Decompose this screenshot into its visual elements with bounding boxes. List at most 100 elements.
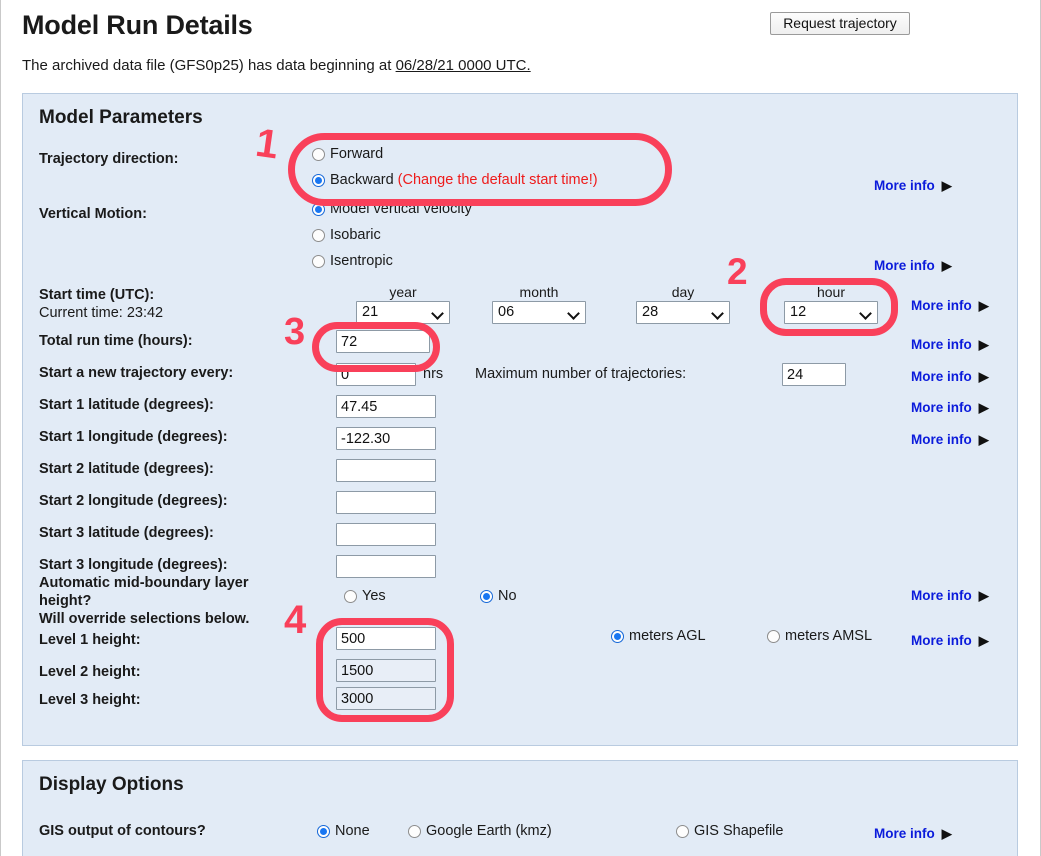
display-options-panel: Display Options GIS output of contours? … (22, 760, 1018, 856)
max-trajectories-input[interactable] (782, 363, 846, 386)
triangle-right-icon: ▶ (978, 588, 989, 603)
radio-model-vertical-velocity-label: Model vertical velocity (330, 201, 472, 217)
radio-forward-label: Forward (330, 146, 384, 162)
new-trajectory-interval-label: Start a new trajectory every: (39, 365, 234, 381)
gis-output-googleearth-option[interactable]: Google Earth (kmz) (408, 823, 552, 839)
start1-longitude-input[interactable] (336, 427, 436, 450)
new-trajectory-interval-input[interactable] (336, 363, 416, 386)
backward-warning-note: (Change the default start time!) (397, 172, 598, 188)
radio-model-vertical-velocity[interactable] (312, 202, 325, 216)
triangle-right-icon: ▶ (941, 178, 952, 193)
more-info-gis-output[interactable]: More info ▶ (874, 826, 952, 842)
chevron-down-icon (433, 309, 442, 315)
month-select-value: 06 (498, 304, 515, 320)
more-info-max-trajectories[interactable]: More info ▶ (911, 369, 989, 385)
more-info-start1-longitude[interactable]: More info ▶ (911, 432, 989, 448)
chevron-down-icon (861, 309, 870, 315)
radio-isentropic[interactable] (312, 254, 325, 268)
gis-output-label: GIS output of contours? (39, 823, 206, 839)
start2-longitude-label: Start 2 longitude (degrees): (39, 493, 228, 509)
gis-output-none-option[interactable]: None (317, 823, 370, 839)
radio-forward[interactable] (312, 147, 325, 161)
level1-height-label: Level 1 height: (39, 632, 141, 648)
more-info-label: More info (911, 337, 972, 352)
radio-gis-shapefile-label: GIS Shapefile (694, 823, 784, 839)
radio-auto-midboundary-no[interactable] (480, 589, 493, 603)
trajectory-direction-backward-option[interactable]: Backward (Change the default start time!… (312, 172, 598, 188)
level2-height-label: Level 2 height: (39, 664, 141, 680)
radio-isentropic-label: Isentropic (330, 253, 393, 269)
more-info-vertical-motion[interactable]: More info ▶ (874, 258, 952, 274)
vertical-motion-isentropic-option[interactable]: Isentropic (312, 253, 393, 269)
start1-latitude-input[interactable] (336, 395, 436, 418)
more-info-height-units[interactable]: More info ▶ (911, 633, 989, 649)
radio-gis-none[interactable] (317, 824, 330, 838)
archive-info-text: The archived data file (GFS0p25) has dat… (22, 57, 531, 74)
request-trajectory-button[interactable]: Request trajectory (770, 12, 910, 35)
more-info-auto-midboundary[interactable]: More info ▶ (911, 588, 989, 604)
radio-meters-amsl[interactable] (767, 629, 780, 643)
trajectory-direction-forward-option[interactable]: Forward (312, 146, 383, 162)
start2-longitude-input[interactable] (336, 491, 436, 514)
trajectory-direction-label: Trajectory direction: (39, 151, 179, 167)
more-info-label: More info (911, 400, 972, 415)
radio-meters-amsl-label: meters AMSL (785, 628, 873, 644)
more-info-label: More info (874, 826, 935, 841)
max-trajectories-label: Maximum number of trajectories: (475, 366, 687, 382)
start3-longitude-input[interactable] (336, 555, 436, 578)
radio-meters-agl-label: meters AGL (629, 628, 706, 644)
auto-midboundary-no-option[interactable]: No (480, 588, 517, 604)
triangle-right-icon: ▶ (978, 432, 989, 447)
chevron-down-icon (713, 309, 722, 315)
chevron-down-icon (569, 309, 578, 315)
more-info-start-time[interactable]: More info ▶ (911, 298, 989, 314)
total-run-time-input[interactable] (336, 330, 430, 353)
triangle-right-icon: ▶ (941, 826, 952, 841)
hour-select-value: 12 (790, 304, 807, 320)
month-select[interactable]: 06 (492, 301, 586, 324)
radio-gis-shapefile[interactable] (676, 824, 689, 838)
display-options-heading: Display Options (39, 774, 184, 795)
radio-backward-label: Backward (330, 172, 394, 188)
height-units-amsl-option[interactable]: meters AMSL (767, 628, 872, 644)
archive-info-prefix: The archived data file (GFS0p25) has dat… (22, 57, 396, 74)
auto-midboundary-label-line2: height? (39, 593, 92, 609)
vertical-motion-isobaric-option[interactable]: Isobaric (312, 227, 381, 243)
more-info-label: More info (911, 588, 972, 603)
auto-midboundary-yes-option[interactable]: Yes (344, 588, 386, 604)
triangle-right-icon: ▶ (978, 633, 989, 648)
more-info-label: More info (911, 633, 972, 648)
start3-latitude-input[interactable] (336, 523, 436, 546)
more-info-trajectory-direction[interactable]: More info ▶ (874, 178, 952, 194)
radio-isobaric[interactable] (312, 228, 325, 242)
hour-column-header: hour (816, 284, 846, 300)
page-left-border (0, 0, 1, 856)
vertical-motion-model-velocity-option[interactable]: Model vertical velocity (312, 201, 472, 217)
more-info-start1-latitude[interactable]: More info ▶ (911, 400, 989, 416)
day-select[interactable]: 28 (636, 301, 730, 324)
start2-latitude-input[interactable] (336, 459, 436, 482)
radio-gis-google-earth[interactable] (408, 824, 421, 838)
level3-height-input[interactable] (336, 687, 436, 710)
more-info-total-run-time[interactable]: More info ▶ (911, 337, 989, 353)
radio-meters-agl[interactable] (611, 629, 624, 643)
hrs-unit-label: hrs (423, 366, 444, 382)
level2-height-input[interactable] (336, 659, 436, 682)
height-units-agl-option[interactable]: meters AGL (611, 628, 706, 644)
level1-height-input[interactable] (336, 627, 436, 650)
more-info-label: More info (911, 432, 972, 447)
start2-latitude-label: Start 2 latitude (degrees): (39, 461, 214, 477)
year-select[interactable]: 21 (356, 301, 450, 324)
gis-output-shapefile-option[interactable]: GIS Shapefile (676, 823, 783, 839)
triangle-right-icon: ▶ (978, 298, 989, 313)
triangle-right-icon: ▶ (978, 369, 989, 384)
page-title: Model Run Details (22, 10, 253, 40)
more-info-label: More info (874, 258, 935, 273)
more-info-label: More info (911, 369, 972, 384)
radio-backward[interactable] (312, 173, 325, 187)
more-info-label: More info (874, 178, 935, 193)
start3-longitude-label: Start 3 longitude (degrees): (39, 557, 228, 573)
hour-select[interactable]: 12 (784, 301, 878, 324)
radio-auto-midboundary-yes[interactable] (344, 589, 357, 603)
radio-gis-none-label: None (335, 823, 370, 839)
